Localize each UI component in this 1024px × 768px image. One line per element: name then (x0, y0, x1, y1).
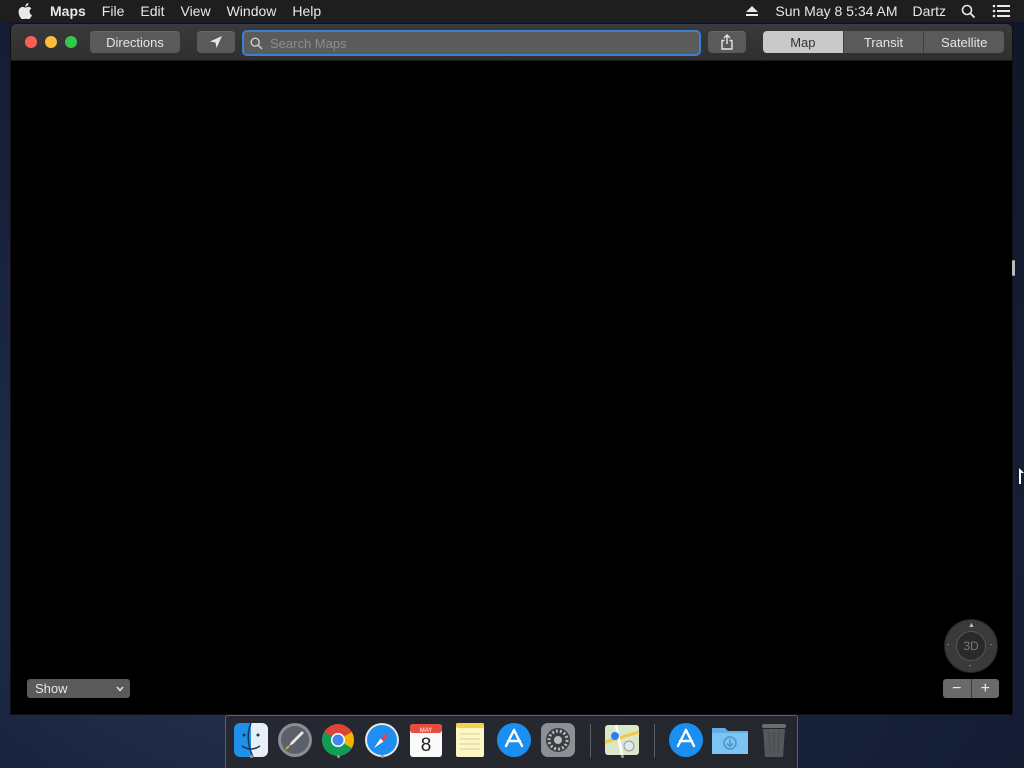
zoom-in-button[interactable]: + (970, 679, 999, 698)
share-icon (720, 34, 734, 50)
dock: MAY 8 (225, 715, 798, 768)
running-indicator (380, 755, 384, 758)
notes-icon[interactable] (451, 721, 489, 759)
window-resize-handle[interactable] (1012, 260, 1015, 276)
compass-west-marker: - (947, 642, 950, 649)
downloads-folder-icon[interactable] (711, 721, 749, 759)
menu-file[interactable]: File (94, 0, 133, 22)
compass-east-marker: - (990, 642, 993, 649)
trash-icon[interactable] (755, 721, 793, 759)
directions-button[interactable]: Directions (90, 31, 180, 53)
menu-clock[interactable]: Sun May 8 5:34 AM (767, 0, 905, 22)
show-select[interactable]: Show (27, 679, 130, 698)
search-field[interactable] (242, 30, 701, 56)
maps-icon[interactable] (603, 721, 641, 759)
calendar-day-label: 8 (420, 735, 432, 756)
share-button[interactable] (708, 31, 746, 53)
app-store-icon[interactable] (495, 721, 533, 759)
running-indicator (249, 755, 253, 758)
mouse-cursor-icon (1019, 468, 1024, 491)
map-mode-satellite[interactable]: Satellite (923, 31, 1004, 53)
search-icon (250, 36, 263, 50)
dock-separator (654, 724, 655, 758)
window-zoom-button[interactable] (65, 36, 77, 48)
window-toolbar: Directions Map Transit Satellite (11, 24, 1012, 61)
map-canvas[interactable]: Show ▲ - - - 3D − + (11, 61, 1012, 714)
safari-icon[interactable] (363, 721, 401, 759)
running-indicator (336, 755, 340, 758)
eject-icon[interactable] (737, 5, 767, 17)
compass-control[interactable]: ▲ - - - 3D (945, 620, 997, 672)
menu-view[interactable]: View (172, 0, 218, 22)
3d-toggle-button[interactable]: 3D (956, 631, 986, 661)
notification-center-icon[interactable] (984, 4, 1024, 18)
compass-north-marker: ▲ (968, 622, 975, 629)
search-input[interactable] (268, 34, 682, 52)
spotlight-search-icon[interactable] (953, 4, 984, 19)
app-store-downloads-icon[interactable] (667, 721, 705, 759)
compass-south-marker: - (969, 663, 972, 670)
map-mode-map[interactable]: Map (763, 31, 843, 53)
map-mode-segmented-control: Map Transit Satellite (763, 31, 1004, 53)
zoom-control: − + (943, 679, 999, 698)
location-arrow-icon (209, 35, 223, 49)
apple-menu-icon[interactable] (0, 3, 42, 19)
dock-separator (590, 724, 591, 758)
calendar-icon[interactable]: MAY 8 (407, 721, 445, 759)
menu-user[interactable]: Dartz (906, 0, 953, 22)
menu-app-name[interactable]: Maps (42, 0, 94, 22)
menu-help[interactable]: Help (284, 0, 329, 22)
menu-bar: Maps File Edit View Window Help Sun May … (0, 0, 1024, 22)
system-preferences-icon[interactable] (539, 721, 577, 759)
chrome-icon[interactable] (319, 721, 357, 759)
current-location-button[interactable] (197, 31, 235, 53)
map-mode-transit[interactable]: Transit (842, 31, 924, 53)
launchpad-icon[interactable] (276, 721, 314, 759)
window-minimize-button[interactable] (45, 36, 57, 48)
running-indicator (620, 755, 624, 758)
finder-icon[interactable] (232, 721, 270, 759)
show-select-label: Show (35, 681, 68, 696)
menu-edit[interactable]: Edit (132, 0, 172, 22)
menu-window[interactable]: Window (219, 0, 285, 22)
calendar-month-label: MAY (419, 728, 433, 734)
zoom-out-button[interactable]: − (943, 679, 971, 698)
window-close-button[interactable] (25, 36, 37, 48)
maps-window: Directions Map Transit Satellite Show (11, 24, 1012, 714)
chevron-down-icon (116, 686, 124, 692)
